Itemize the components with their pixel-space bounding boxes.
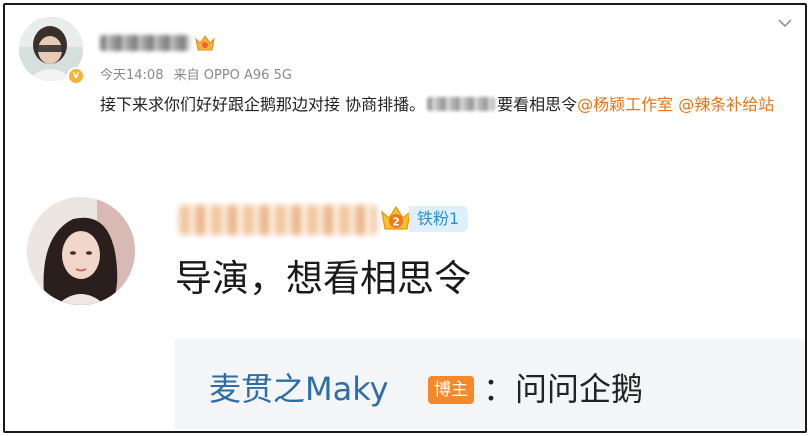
post-meta: 今天14:08 来自 OPPO A96 5G [100, 64, 298, 83]
verified-badge-icon: v [67, 67, 85, 85]
post-source: 来自 OPPO A96 5G [173, 68, 292, 83]
fan-level-badge: 铁粉1 [409, 206, 469, 232]
reply-text: ：问问企鹅 [483, 370, 644, 408]
commenter-avatar[interactable] [27, 197, 135, 305]
poster-username-blurred[interactable] [100, 35, 190, 51]
member-crown-icon [195, 35, 215, 51]
mention-link[interactable]: @辣条补给站 [678, 95, 774, 114]
screenshot-frame: v 今天14:08 来自 OPPO A96 5G 接下来求你们好好跟企鹅那边对接… [3, 3, 807, 433]
post-text-part-1: 接下来求你们好好跟企鹅那边对接 协商排播。 [100, 95, 426, 114]
reply-box: 麦贯之Maky 博主 ：问问企鹅 [175, 339, 805, 429]
post-timestamp: 今天14:08 [100, 68, 164, 83]
host-badge: 博主 [428, 376, 474, 404]
chevron-down-icon[interactable] [777, 15, 793, 31]
post-body: 接下来求你们好好跟企鹅那边对接 协商排播。 要看相思令@杨颖工作室 @辣条补给站 [100, 91, 790, 119]
crown-level: 2 [392, 216, 400, 229]
reply-author-link[interactable]: 麦贯之Maky [209, 369, 389, 409]
post-text-part-2: 要看相思令 [497, 95, 578, 114]
comment-text: 导演，想看相思令 [175, 257, 471, 300]
blurred-mention [427, 97, 496, 111]
fan-crown-icon: 2 [381, 205, 411, 230]
mention-link[interactable]: @杨颖工作室 [577, 95, 673, 114]
commenter-username-blurred[interactable] [179, 205, 377, 235]
